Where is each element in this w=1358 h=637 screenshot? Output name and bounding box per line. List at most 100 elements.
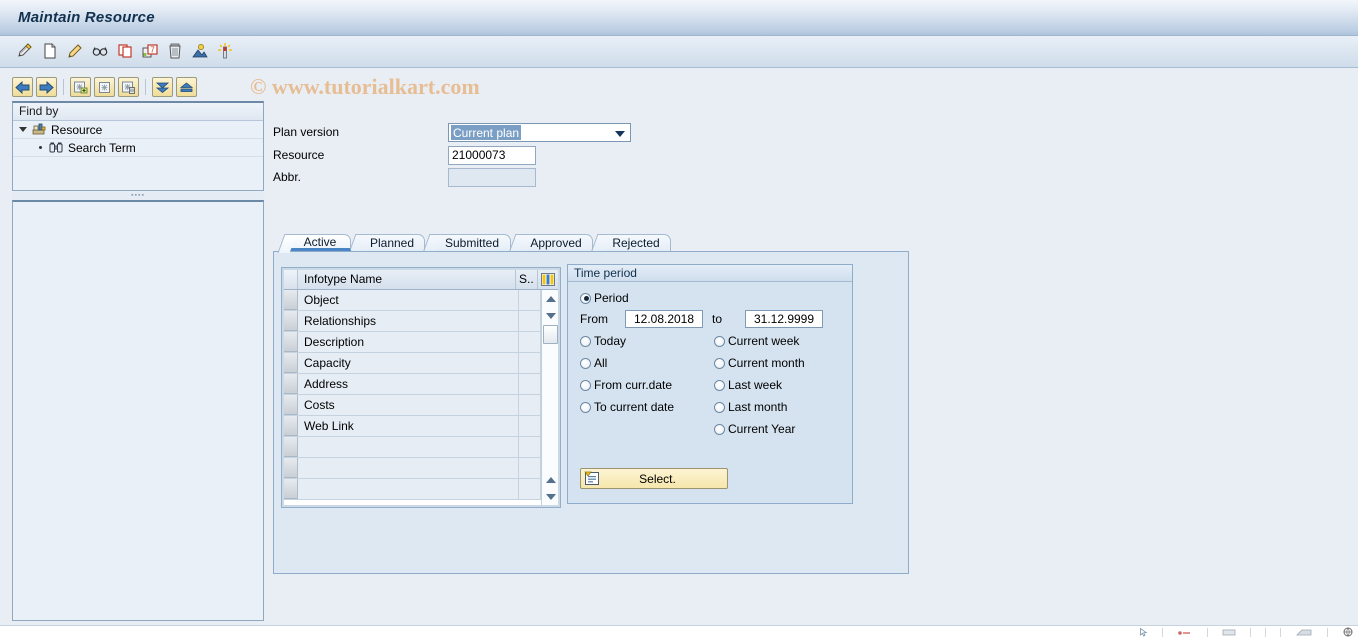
table-row[interactable]: Address bbox=[284, 374, 541, 395]
scroll-down-icon[interactable] bbox=[542, 307, 559, 324]
table-vertical-scrollbar[interactable] bbox=[541, 290, 558, 505]
radio-label: Current week bbox=[728, 334, 800, 348]
binoculars-icon bbox=[49, 141, 63, 154]
table-row[interactable]: Web Link bbox=[284, 416, 541, 437]
time-period-title: Time period bbox=[568, 265, 852, 282]
tree-bullet-icon bbox=[39, 146, 42, 149]
display-change-icon[interactable] bbox=[14, 40, 36, 62]
tab-submitted[interactable]: Submitted bbox=[433, 234, 511, 251]
tab-label: Rejected bbox=[612, 236, 660, 250]
report-icon[interactable] bbox=[214, 40, 236, 62]
abbr-input[interactable] bbox=[448, 167, 536, 187]
row-selector[interactable] bbox=[284, 311, 298, 331]
tab-rejected[interactable]: Rejected bbox=[601, 234, 671, 251]
radio-from-curr-date[interactable]: From curr.date bbox=[580, 378, 672, 392]
table-row[interactable]: Costs bbox=[284, 395, 541, 416]
radio-current-year[interactable]: Current Year bbox=[714, 422, 795, 436]
search-node-icon[interactable] bbox=[94, 77, 115, 97]
from-label: From bbox=[580, 312, 608, 326]
back-icon[interactable] bbox=[12, 77, 33, 97]
row-selector[interactable] bbox=[284, 395, 298, 415]
cell-s bbox=[519, 395, 541, 415]
table-row[interactable] bbox=[284, 479, 541, 500]
to-date-input[interactable] bbox=[745, 310, 823, 328]
cell-s bbox=[519, 458, 541, 478]
delete-search-icon[interactable] bbox=[118, 77, 139, 97]
radio-indicator-icon bbox=[580, 401, 591, 413]
expand-all-icon[interactable] bbox=[176, 77, 197, 97]
plan-version-select[interactable]: Current plan bbox=[448, 122, 631, 142]
cursor-icon bbox=[1140, 627, 1148, 637]
infotype-table-container: Infotype Name S.. Object Relationships D… bbox=[281, 267, 561, 508]
edit-icon[interactable] bbox=[64, 40, 86, 62]
table-row[interactable]: Description bbox=[284, 332, 541, 353]
cell-infotype-name: Address bbox=[298, 374, 519, 394]
sidebar-item-search-term[interactable]: Search Term bbox=[13, 139, 263, 157]
tab-panel-active: Infotype Name S.. Object Relationships D… bbox=[273, 251, 909, 574]
scroll-page-up-icon[interactable] bbox=[542, 471, 559, 488]
sidebar-lower-panel bbox=[12, 200, 264, 621]
chevron-down-icon[interactable] bbox=[615, 130, 625, 137]
radio-period[interactable]: Period bbox=[580, 291, 629, 305]
delimit-icon[interactable]: 7 bbox=[139, 40, 161, 62]
table-row[interactable]: Capacity bbox=[284, 353, 541, 374]
status-separator bbox=[1162, 627, 1163, 637]
sidebar-splitter[interactable]: ▪▪▪▪ bbox=[12, 192, 264, 200]
scroll-up-icon[interactable] bbox=[542, 290, 559, 307]
copy-icon[interactable] bbox=[114, 40, 136, 62]
table-row[interactable]: Relationships bbox=[284, 311, 541, 332]
sidebar-item-resource[interactable]: Resource bbox=[13, 121, 263, 139]
cell-s bbox=[519, 374, 541, 394]
forward-icon[interactable] bbox=[36, 77, 57, 97]
radio-all[interactable]: All bbox=[580, 356, 607, 370]
cell-s bbox=[519, 332, 541, 352]
delete-icon[interactable] bbox=[164, 40, 186, 62]
table-row[interactable] bbox=[284, 458, 541, 479]
cell-s bbox=[519, 479, 541, 499]
cell-s bbox=[519, 311, 541, 331]
add-search-icon[interactable] bbox=[70, 77, 91, 97]
graphics-icon[interactable] bbox=[189, 40, 211, 62]
create-icon[interactable] bbox=[39, 40, 61, 62]
column-header-infotype-name[interactable]: Infotype Name bbox=[298, 270, 516, 289]
row-selector[interactable] bbox=[284, 353, 298, 373]
table-row[interactable]: Object bbox=[284, 290, 541, 311]
from-date-input[interactable] bbox=[625, 310, 703, 328]
row-selector[interactable] bbox=[284, 437, 298, 457]
select-all-column-header[interactable] bbox=[284, 270, 298, 289]
row-selector[interactable] bbox=[284, 374, 298, 394]
chevron-down-icon[interactable] bbox=[19, 127, 27, 132]
column-header-s[interactable]: S.. bbox=[516, 270, 538, 289]
status-bar-icons bbox=[1140, 627, 1354, 637]
radio-indicator-icon bbox=[714, 357, 725, 369]
scrollbar-thumb[interactable] bbox=[543, 325, 558, 344]
radio-current-week[interactable]: Current week bbox=[714, 334, 799, 348]
table-row[interactable] bbox=[284, 437, 541, 458]
select-button[interactable]: Select. bbox=[580, 468, 728, 489]
scroll-page-down-icon[interactable] bbox=[542, 488, 559, 505]
radio-to-current-date[interactable]: To current date bbox=[580, 400, 674, 414]
collapse-all-icon[interactable] bbox=[152, 77, 173, 97]
tab-approved[interactable]: Approved bbox=[519, 234, 593, 251]
radio-last-month[interactable]: Last month bbox=[714, 400, 787, 414]
radio-last-week[interactable]: Last week bbox=[714, 378, 782, 392]
radio-current-month[interactable]: Current month bbox=[714, 356, 805, 370]
tab-label: Approved bbox=[530, 236, 582, 250]
display-icon[interactable] bbox=[89, 40, 111, 62]
tab-label: Planned bbox=[369, 236, 415, 250]
tab-planned[interactable]: Planned bbox=[359, 234, 425, 251]
radio-indicator-icon bbox=[714, 423, 725, 435]
row-selector[interactable] bbox=[284, 416, 298, 436]
row-selector[interactable] bbox=[284, 479, 298, 499]
tab-active[interactable]: Active bbox=[289, 234, 351, 251]
resource-input[interactable] bbox=[448, 145, 536, 165]
table-settings-icon[interactable] bbox=[538, 270, 558, 289]
window-title-bar: Maintain Resource bbox=[0, 0, 1358, 36]
radio-today[interactable]: Today bbox=[580, 334, 626, 348]
radio-indicator-icon bbox=[580, 335, 591, 347]
main-content: Plan version Current plan Resource Abbr.… bbox=[267, 68, 1358, 617]
row-selector[interactable] bbox=[284, 290, 298, 310]
row-selector[interactable] bbox=[284, 332, 298, 352]
row-selector[interactable] bbox=[284, 458, 298, 478]
navigation-sidebar: Find by Resource Search Term ▪▪▪▪ bbox=[8, 74, 267, 625]
